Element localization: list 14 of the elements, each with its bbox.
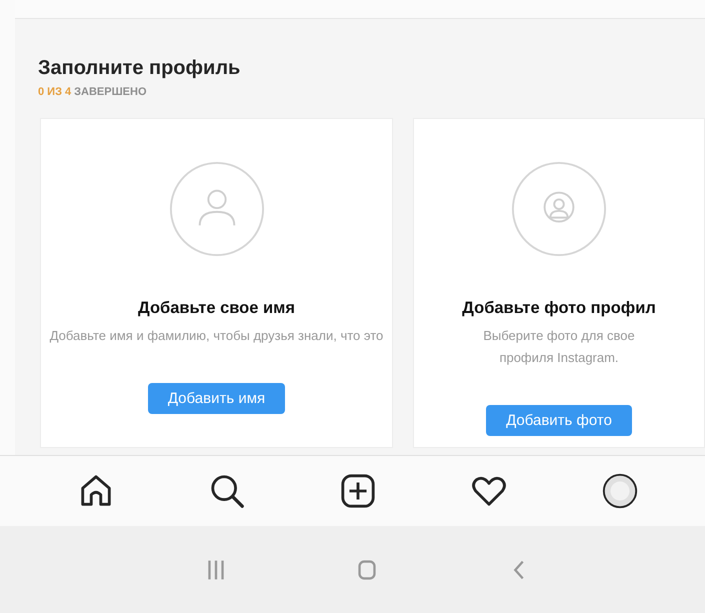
card-description: Выберите фото для свое [483, 327, 635, 345]
card-title: Добавьте фото профил [462, 299, 656, 318]
plus-square-icon[interactable] [338, 472, 376, 510]
progress-count: 0 ИЗ 4 [38, 86, 72, 98]
card-title: Добавьте свое имя [138, 299, 295, 318]
add-button[interactable]: Добавить имя [148, 383, 286, 414]
avatar-icon[interactable] [600, 472, 638, 510]
progress-label: ЗАВЕРШЕНО [74, 86, 146, 98]
person-icon [168, 161, 264, 257]
section-title: Заполните профиль [38, 57, 242, 80]
portrait-icon [511, 161, 607, 257]
card-description: Добавьте имя и фамилию, чтобы друзья знали, что это [50, 327, 384, 345]
card-description: профиля Instagram. [498, 349, 620, 367]
add-button[interactable]: Добавить фото [486, 405, 632, 436]
